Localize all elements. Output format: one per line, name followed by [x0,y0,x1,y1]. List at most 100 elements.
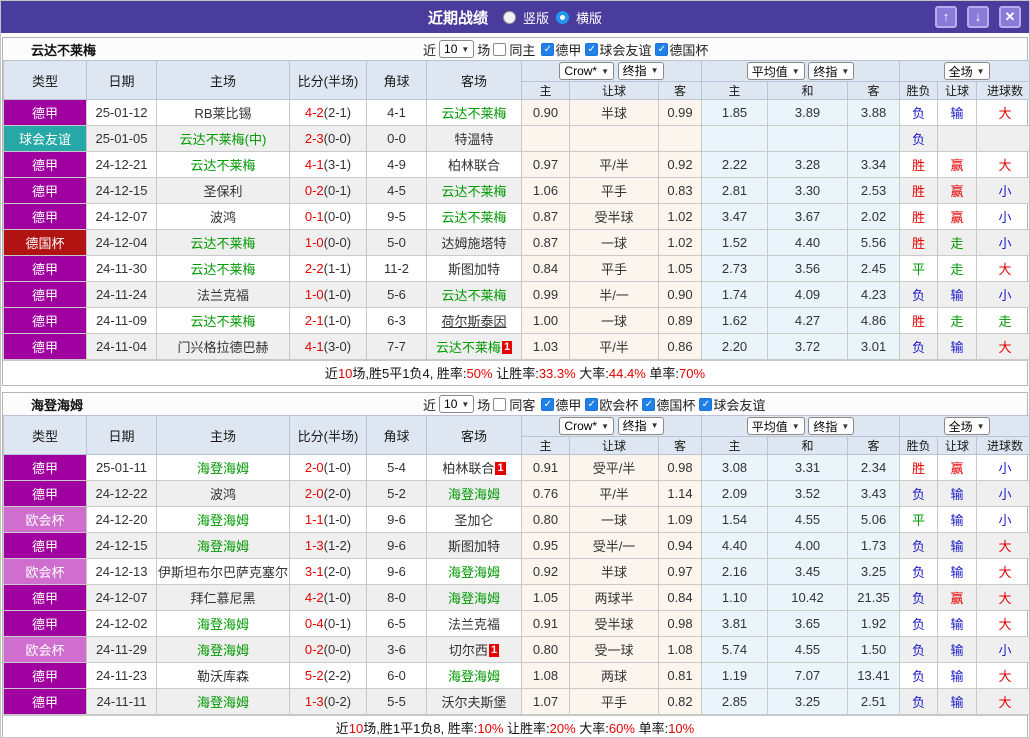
score-halftime: (0-1) [323,183,352,198]
avg-home-odds: 3.47 [701,203,769,230]
match-row: 球会友谊 25-01-05 云达不莱梅(中) 2-3(0-0) 0-0 特温特负 [3,125,1029,152]
result-outcome: 负 [899,636,939,663]
handicap-line: 平/半 [569,333,659,360]
bookmaker-select[interactable]: Crow* ▼ [559,417,615,436]
odds-away: 1.08 [657,636,703,663]
corner-score: 6-0 [366,662,427,689]
result-outcome: 负 [899,125,939,152]
score-halftime: (2-2) [323,668,352,683]
summary-text-part: 50% [466,366,493,381]
col-header-goals-result: 进球数 [976,81,1029,100]
near-label: 近 [423,42,437,58]
line-type-select[interactable]: 终指 ▼ [617,61,664,80]
radio-vertical-label[interactable]: 竖版 [523,8,549,27]
match-row: 德甲 24-12-21 云达不莱梅 4-1(3-1) 4-9 柏林联合 0.97 平/半 0.9… [3,151,1029,178]
away-team: 云达不莱梅 [426,281,522,308]
score-fulltime: 1-3 [304,538,324,553]
home-team: 拜仁慕尼黑 [156,584,290,611]
avg-line-type-select[interactable]: 终指 ▼ [808,417,855,435]
avg-away-odds: 13.41 [847,662,901,689]
col-header-away-odds: 客 [657,81,703,100]
result-handicap: 输 [937,610,978,637]
match-date: 24-12-04 [86,229,157,256]
league-checkbox-label: 德甲 [555,42,582,58]
avg-draw-odds: 4.55 [767,506,849,533]
match-date: 25-01-12 [86,99,157,126]
result-outcome: 平 [899,506,939,533]
away-team: 达姆施塔特 [426,229,522,256]
match-table-body: 德甲 25-01-11 海登海姆 2-0(1-0) 5-4 柏林联合 1 0.91 受平/半 0.… [3,454,1029,715]
col-header-handicap: 让球 [569,436,659,455]
match-count-select[interactable]: 10 ▼ [439,395,475,413]
odds-home: 1.06 [521,177,570,204]
same-home-checkbox[interactable] [493,42,507,56]
avg-line-type-select[interactable]: 终指 ▼ [808,62,855,80]
avg-draw-odds: 3.30 [767,177,849,204]
match-date: 24-11-23 [86,662,157,689]
league-checkbox[interactable]: ✓ [585,397,599,411]
bookmaker-select[interactable]: Crow* ▼ [559,62,615,81]
result-outcome: 胜 [899,203,939,230]
avg-home-odds: 1.19 [701,662,769,689]
competition-badge: 德甲 [3,203,87,230]
scope-select[interactable]: 全场 ▼ [943,417,990,435]
summary-text-part: 70% [679,366,706,381]
score-halftime: (1-2) [323,538,352,553]
result-handicap: 输 [937,333,978,360]
score: 2-3(0-0) [289,125,367,152]
summary-text-part: 44.4% [608,366,646,381]
odds-home: 0.99 [521,281,570,308]
radio-horizontal-layout[interactable] [556,10,569,24]
avg-draw-odds: 3.52 [767,480,849,507]
scroll-down-button[interactable]: ↓ [967,6,989,28]
match-date: 25-01-05 [86,125,157,152]
result-outcome: 负 [899,333,939,360]
handicap-line: 半/一 [569,281,659,308]
corner-score: 0-0 [366,125,427,152]
handicap-line: 平手 [569,177,659,204]
line-type-select[interactable]: 终指 ▼ [617,416,664,435]
scroll-up-button[interactable]: ↑ [935,6,957,28]
col-header-handicap-result: 让球 [937,81,978,100]
unit-label: 场 [477,42,491,58]
corner-score: 5-0 [366,229,427,256]
league-checkbox[interactable]: ✓ [655,42,669,56]
average-select[interactable]: 平均值 ▼ [746,417,805,435]
league-checkbox[interactable]: ✓ [541,397,555,411]
score-fulltime: 2-2 [304,261,324,276]
handicap-line: 受半/一 [569,532,659,559]
scope-select[interactable]: 全场 ▼ [943,62,990,80]
odds-away: 1.14 [657,480,703,507]
league-checkbox-label: 球会友谊 [599,42,652,58]
home-team: RB莱比锡 [156,99,290,126]
score: 2-2(1-1) [289,255,367,282]
score: 4-2(1-0) [289,584,367,611]
match-count-select[interactable]: 10 ▼ [439,40,475,58]
same-away-checkbox[interactable] [493,397,507,411]
league-checkbox[interactable]: ✓ [699,397,713,411]
col-header-goals-result: 进球数 [976,436,1029,455]
radio-vertical-layout[interactable] [502,10,516,24]
competition-badge: 德甲 [3,688,87,715]
score-halftime: (1-0) [323,590,352,605]
summary-text-part: 大率: [575,721,609,736]
away-team: 柏林联合 [426,151,522,178]
red-card-badge: 1 [488,644,500,657]
chevron-down-icon: ▼ [791,421,800,431]
away-team[interactable]: 荷尔斯泰因 [426,307,522,334]
close-button[interactable]: ✕ [999,6,1021,28]
score-halftime: (1-0) [323,512,352,527]
league-checkbox[interactable]: ✓ [541,42,555,56]
average-select[interactable]: 平均值 ▼ [746,62,805,80]
summary-text-part: 场,胜5平1负4, 胜率: [352,366,467,381]
result-goals: 小 [976,281,1029,308]
radio-horizontal-label[interactable]: 横版 [576,8,602,27]
league-checkbox[interactable]: ✓ [585,42,599,56]
result-outcome: 胜 [899,151,939,178]
handicap-line [569,125,659,152]
avg-away-odds: 1.73 [847,532,901,559]
score-halftime: (3-0) [323,339,352,354]
competition-badge: 德甲 [3,151,87,178]
summary-text-part: 让胜率: [503,721,550,736]
league-checkbox[interactable]: ✓ [642,397,656,411]
